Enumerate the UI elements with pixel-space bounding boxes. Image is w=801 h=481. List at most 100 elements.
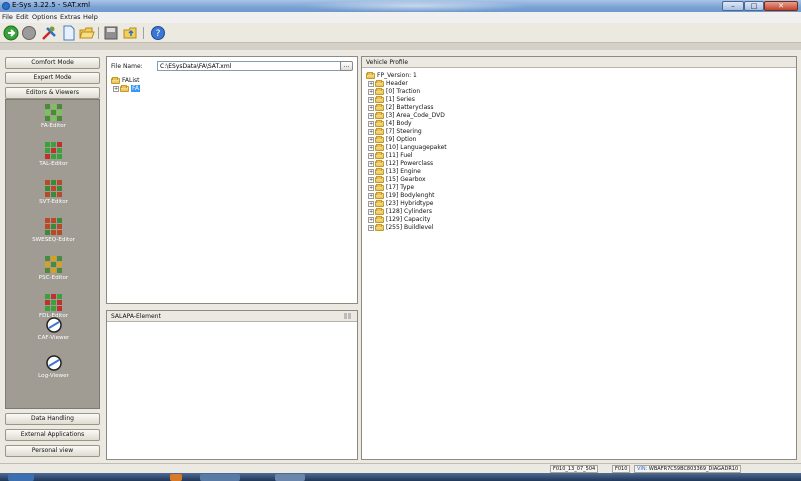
expand-icon[interactable]: + xyxy=(368,128,374,135)
expand-icon[interactable]: + xyxy=(368,120,374,127)
expand-icon[interactable]: + xyxy=(368,80,374,87)
tools-icon[interactable] xyxy=(41,25,57,41)
vp-tree-node[interactable]: + [17] Type xyxy=(368,183,414,192)
expert-mode-button[interactable]: Expert Mode xyxy=(5,72,100,84)
menu-options[interactable]: Options xyxy=(32,13,57,21)
folder-icon xyxy=(375,119,384,127)
open-folder-arrow-icon[interactable] xyxy=(123,25,139,41)
salapa-panel: SALAPA-Element xyxy=(106,310,358,460)
expand-icon[interactable]: + xyxy=(368,96,374,103)
add-element-icon[interactable] xyxy=(343,311,352,325)
expand-icon[interactable]: + xyxy=(368,136,374,143)
maximize-button[interactable]: □ xyxy=(744,1,764,11)
help-icon[interactable]: ? xyxy=(150,25,166,41)
expand-icon[interactable]: + xyxy=(368,152,374,159)
tal-editor-item[interactable]: TAL-Editor xyxy=(6,142,101,167)
comfort-mode-button[interactable]: Comfort Mode xyxy=(5,57,100,69)
windows-taskbar xyxy=(0,473,801,481)
start-button[interactable] xyxy=(8,474,34,481)
folder-icon xyxy=(366,71,375,79)
expand-icon[interactable]: + xyxy=(368,184,374,191)
editors-panel: FA-Editor TAL-Editor SVT-Editor SWESEQ-E… xyxy=(5,99,100,409)
expand-icon[interactable]: + xyxy=(368,200,374,207)
tal-editor-label: TAL-Editor xyxy=(39,161,68,167)
fdl-editor-icon xyxy=(44,294,63,312)
expand-icon[interactable]: + xyxy=(368,112,374,119)
fa-editor-item[interactable]: FA-Editor xyxy=(6,104,101,129)
status-cell-1: F010_13_07_504 xyxy=(550,465,599,473)
folder-icon xyxy=(375,207,384,215)
vp-tree-node[interactable]: + [4] Body xyxy=(368,119,412,128)
svt-editor-item[interactable]: SVT-Editor xyxy=(6,180,101,205)
folder-icon xyxy=(375,135,384,143)
data-handling-button[interactable]: Data Handling xyxy=(5,413,100,425)
close-button[interactable]: ✕ xyxy=(764,1,798,11)
save-icon[interactable] xyxy=(103,25,119,41)
vp-node-label: [9] Option xyxy=(386,136,417,143)
menu-extras[interactable]: Extras xyxy=(60,13,81,21)
taskbar-app-icon[interactable] xyxy=(200,474,240,481)
menu-edit[interactable]: Edit xyxy=(16,13,29,21)
vp-tree-node[interactable]: + [255] Buildlevel xyxy=(368,223,433,232)
vp-node-label: [15] Gearbox xyxy=(386,176,426,183)
toolbar-separator xyxy=(98,27,99,39)
window-title: E-Sys 3.22.5 - SAT.xml xyxy=(12,1,91,9)
minimize-icon: – xyxy=(731,2,735,10)
folder-icon xyxy=(375,95,384,103)
folder-icon xyxy=(375,151,384,159)
expand-icon[interactable]: + xyxy=(368,176,374,183)
browse-button[interactable]: ... xyxy=(340,61,353,71)
status-vin: VIN: WBAFR7C59BC803369_DIAGADR10 xyxy=(634,465,742,473)
vp-node-label: [2] Batteryclass xyxy=(386,104,434,111)
vehicle-profile-header: Vehicle Profile xyxy=(362,57,796,68)
tree-root-label: FAList xyxy=(122,77,140,84)
file-name-input[interactable] xyxy=(157,61,341,71)
vp-node-label: [19] Bodylenght xyxy=(386,192,435,199)
menu-file[interactable]: File xyxy=(2,13,13,21)
minimize-button[interactable]: – xyxy=(722,1,744,11)
vp-node-label: [0] Traction xyxy=(386,88,421,95)
menu-help[interactable]: Help xyxy=(83,13,98,21)
log-viewer-item[interactable]: Log-Viewer xyxy=(6,354,101,379)
title-bar: E-Sys 3.22.5 - SAT.xml – □ ✕ xyxy=(0,0,801,12)
svt-editor-icon xyxy=(44,180,63,198)
folder-icon xyxy=(375,223,384,231)
salapa-title: SALAPA-Element xyxy=(111,313,161,320)
title-bar-glow xyxy=(300,0,530,12)
expand-icon[interactable]: + xyxy=(368,224,374,231)
editors-viewers-button[interactable]: Editors & Viewers xyxy=(5,87,100,99)
vp-node-label: [13] Engine xyxy=(386,168,421,175)
tree-node-label: FA xyxy=(131,85,141,92)
tree-node-fa[interactable]: + FA xyxy=(113,84,141,93)
expand-icon[interactable]: + xyxy=(368,208,374,215)
vin-label: VIN: xyxy=(637,466,648,472)
expand-icon[interactable]: + xyxy=(113,85,119,92)
vp-node-label: [7] Steering xyxy=(386,128,422,135)
expand-icon[interactable]: + xyxy=(368,144,374,151)
folder-icon xyxy=(375,191,384,199)
sweseq-editor-item[interactable]: SWESEQ-Editor xyxy=(6,218,101,243)
file-panel: File Name: ... FAList + FA xyxy=(106,56,358,304)
taskbar-app-icon[interactable] xyxy=(275,474,305,481)
vp-root-node[interactable]: FP_Version: 1 xyxy=(366,71,417,80)
expand-icon[interactable]: + xyxy=(368,88,374,95)
new-document-icon[interactable] xyxy=(61,25,77,41)
open-folder-icon[interactable] xyxy=(79,25,95,41)
vp-tree-node[interactable]: + [11] Fuel xyxy=(368,151,413,160)
caf-viewer-item[interactable]: CAF-Viewer xyxy=(6,316,101,341)
external-applications-button[interactable]: External Applications xyxy=(5,429,100,441)
expand-icon[interactable]: + xyxy=(368,104,374,111)
taskbar-app-icon[interactable] xyxy=(170,474,182,481)
psc-editor-item[interactable]: PSC-Editor xyxy=(6,256,101,281)
file-name-label: File Name: xyxy=(111,63,143,70)
maximize-icon: □ xyxy=(750,2,758,10)
expand-icon[interactable]: + xyxy=(368,216,374,223)
vp-tree-node[interactable]: + Header xyxy=(368,79,408,88)
expand-icon[interactable]: + xyxy=(368,160,374,167)
expand-icon[interactable]: + xyxy=(368,192,374,199)
personal-view-button[interactable]: Personal view xyxy=(5,445,100,457)
go-green-arrow-icon[interactable] xyxy=(3,25,19,41)
stop-gray-circle-icon[interactable] xyxy=(21,25,37,41)
expand-icon[interactable]: + xyxy=(368,168,374,175)
app-icon xyxy=(2,2,10,10)
